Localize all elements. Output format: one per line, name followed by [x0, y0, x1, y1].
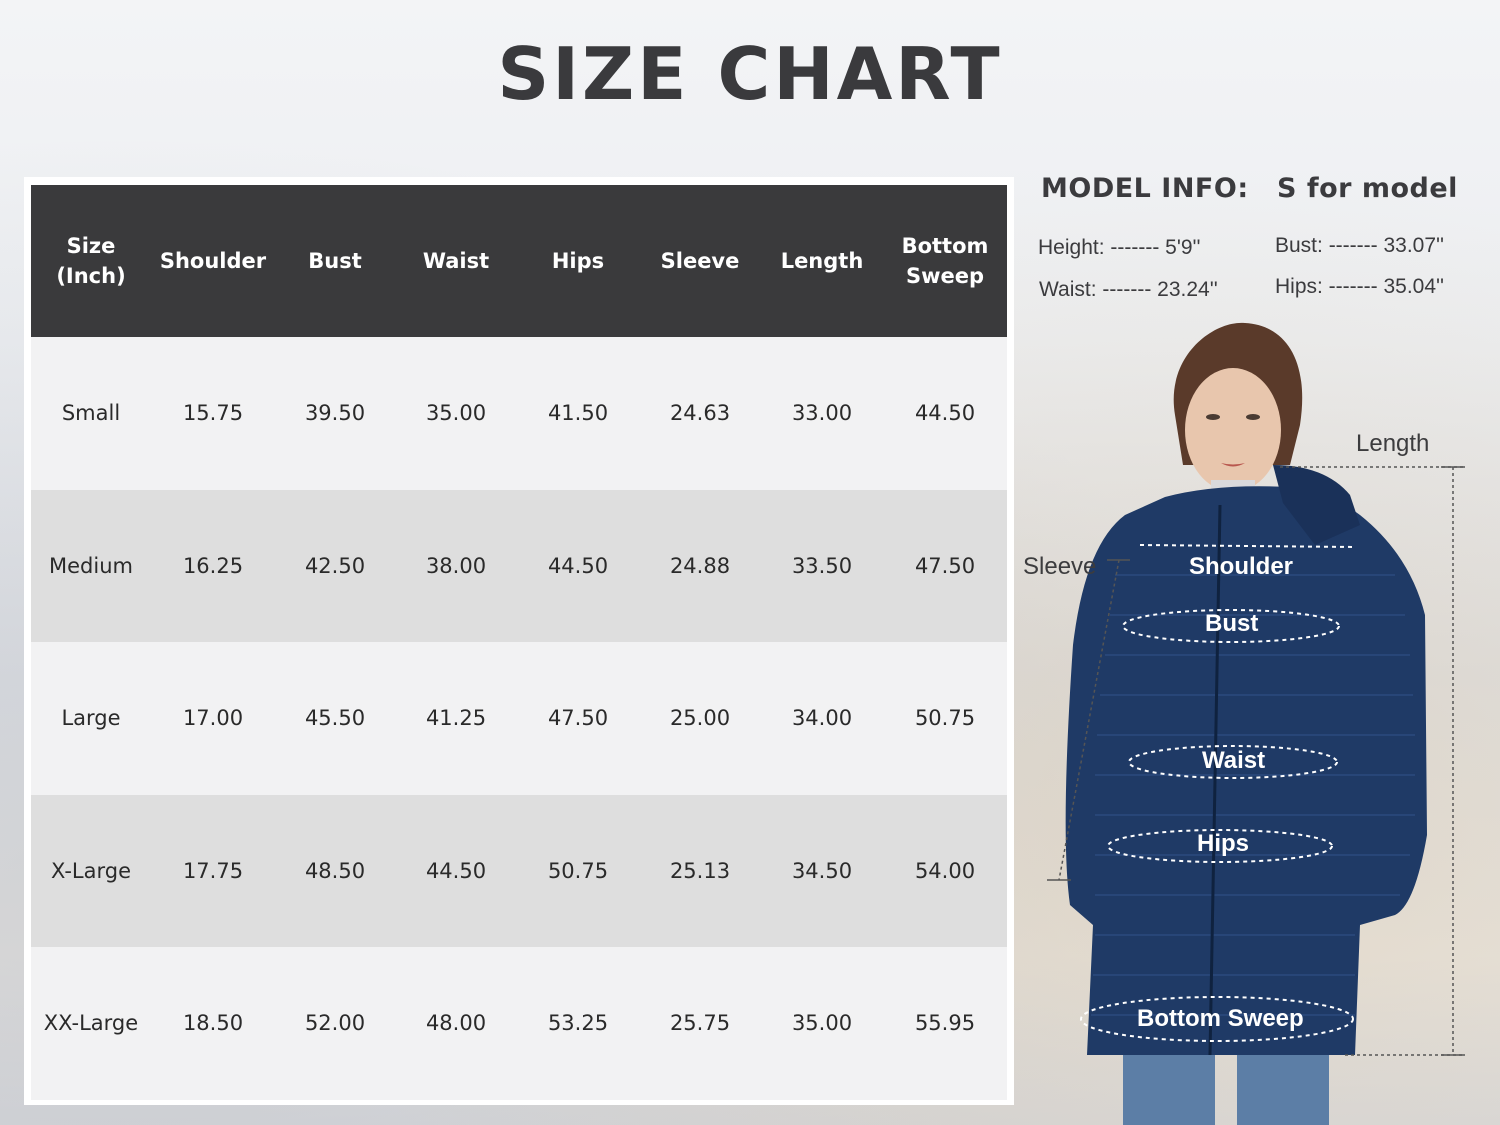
bust-cell: 39.50 [275, 337, 395, 490]
size-cell: XX-Large [31, 947, 151, 1100]
bottom-sweep-cell: 54.00 [883, 794, 1007, 947]
size-cell: Small [31, 337, 151, 490]
table-header-row: Size (Inch) Shoulder Bust Waist Hips Sle… [31, 185, 1007, 337]
size-cell: Medium [31, 489, 151, 642]
diagram-label-hips: Hips [1197, 830, 1250, 857]
model-height: Height: ------- 5'9'' [1038, 236, 1201, 259]
sleeve-cell: 24.88 [639, 489, 761, 642]
column-header-size: Size (Inch) [31, 185, 151, 337]
bottom-sweep-cell: 44.50 [883, 337, 1007, 490]
size-cell: Large [31, 642, 151, 795]
model-waist: Waist: ------- 23.24'' [1039, 278, 1218, 301]
bottom-sweep-cell: 55.95 [883, 947, 1007, 1100]
table-row: Large 17.00 45.50 41.25 47.50 25.00 34.0… [31, 642, 1007, 795]
bottom-sweep-cell: 47.50 [883, 489, 1007, 642]
size-cell: X-Large [31, 794, 151, 947]
bust-cell: 48.50 [275, 794, 395, 947]
shoulder-cell: 18.50 [151, 947, 275, 1100]
diagram-label-shoulder: Shoulder [1189, 553, 1294, 580]
length-cell: 33.50 [761, 489, 883, 642]
shoulder-cell: 17.75 [151, 794, 275, 947]
column-header-bust: Bust [275, 185, 395, 337]
page-title: SIZE CHART [497, 32, 1003, 116]
diagram-label-length: Length [1356, 430, 1430, 457]
column-header-waist: Waist [395, 185, 517, 337]
column-header-bottom-sweep: Bottom Sweep [883, 185, 1007, 337]
column-header-bottom-line1: Bottom [901, 234, 989, 258]
waist-cell: 38.00 [395, 489, 517, 642]
sleeve-cell: 25.75 [639, 947, 761, 1100]
length-cell: 33.00 [761, 337, 883, 490]
model-size-note: S for model [1277, 173, 1458, 204]
column-header-bottom-line2: Sweep [905, 264, 985, 288]
column-header-size-line2: (Inch) [56, 264, 126, 288]
column-header-sleeve: Sleeve [639, 185, 761, 337]
waist-cell: 35.00 [395, 337, 517, 490]
diagram-label-sleeve: Sleeve [1023, 553, 1097, 580]
column-header-length: Length [761, 185, 883, 337]
hips-cell: 41.50 [517, 337, 639, 490]
shoulder-cell: 15.75 [151, 337, 275, 490]
diagram-label-waist: Waist [1202, 747, 1266, 774]
column-header-shoulder: Shoulder [151, 185, 275, 337]
waist-cell: 48.00 [395, 947, 517, 1100]
sleeve-cell: 25.13 [639, 794, 761, 947]
model-info-label: MODEL INFO: [1041, 173, 1249, 204]
hips-cell: 44.50 [517, 489, 639, 642]
length-cell: 34.00 [761, 642, 883, 795]
shoulder-cell: 17.00 [151, 642, 275, 795]
bust-cell: 52.00 [275, 947, 395, 1100]
waist-cell: 41.25 [395, 642, 517, 795]
hips-cell: 50.75 [517, 794, 639, 947]
table-row: Medium 16.25 42.50 38.00 44.50 24.88 33.… [31, 489, 1007, 642]
hips-cell: 53.25 [517, 947, 639, 1100]
length-cell: 35.00 [761, 947, 883, 1100]
diagram-label-bust: Bust [1205, 610, 1259, 637]
table-row: XX-Large 18.50 52.00 48.00 53.25 25.75 3… [31, 947, 1007, 1100]
length-cell: 34.50 [761, 794, 883, 947]
column-header-hips: Hips [517, 185, 639, 337]
column-header-size-line1: Size [66, 234, 116, 258]
size-table: Size (Inch) Shoulder Bust Waist Hips Sle… [31, 185, 1007, 1100]
sleeve-cell: 24.63 [639, 337, 761, 490]
table-row: X-Large 17.75 48.50 44.50 50.75 25.13 34… [31, 794, 1007, 947]
model-bust: Bust: ------- 33.07'' [1275, 234, 1445, 257]
shoulder-cell: 16.25 [151, 489, 275, 642]
diagram-label-bottom-sweep: Bottom Sweep [1137, 1005, 1304, 1032]
table-row: Small 15.75 39.50 35.00 41.50 24.63 33.0… [31, 337, 1007, 490]
waist-cell: 44.50 [395, 794, 517, 947]
bust-cell: 42.50 [275, 489, 395, 642]
bottom-sweep-cell: 50.75 [883, 642, 1007, 795]
model-hips: Hips: ------- 35.04'' [1275, 275, 1445, 298]
sleeve-cell: 25.00 [639, 642, 761, 795]
size-table-frame: Size (Inch) Shoulder Bust Waist Hips Sle… [24, 177, 1014, 1105]
bust-cell: 45.50 [275, 642, 395, 795]
hips-cell: 47.50 [517, 642, 639, 795]
